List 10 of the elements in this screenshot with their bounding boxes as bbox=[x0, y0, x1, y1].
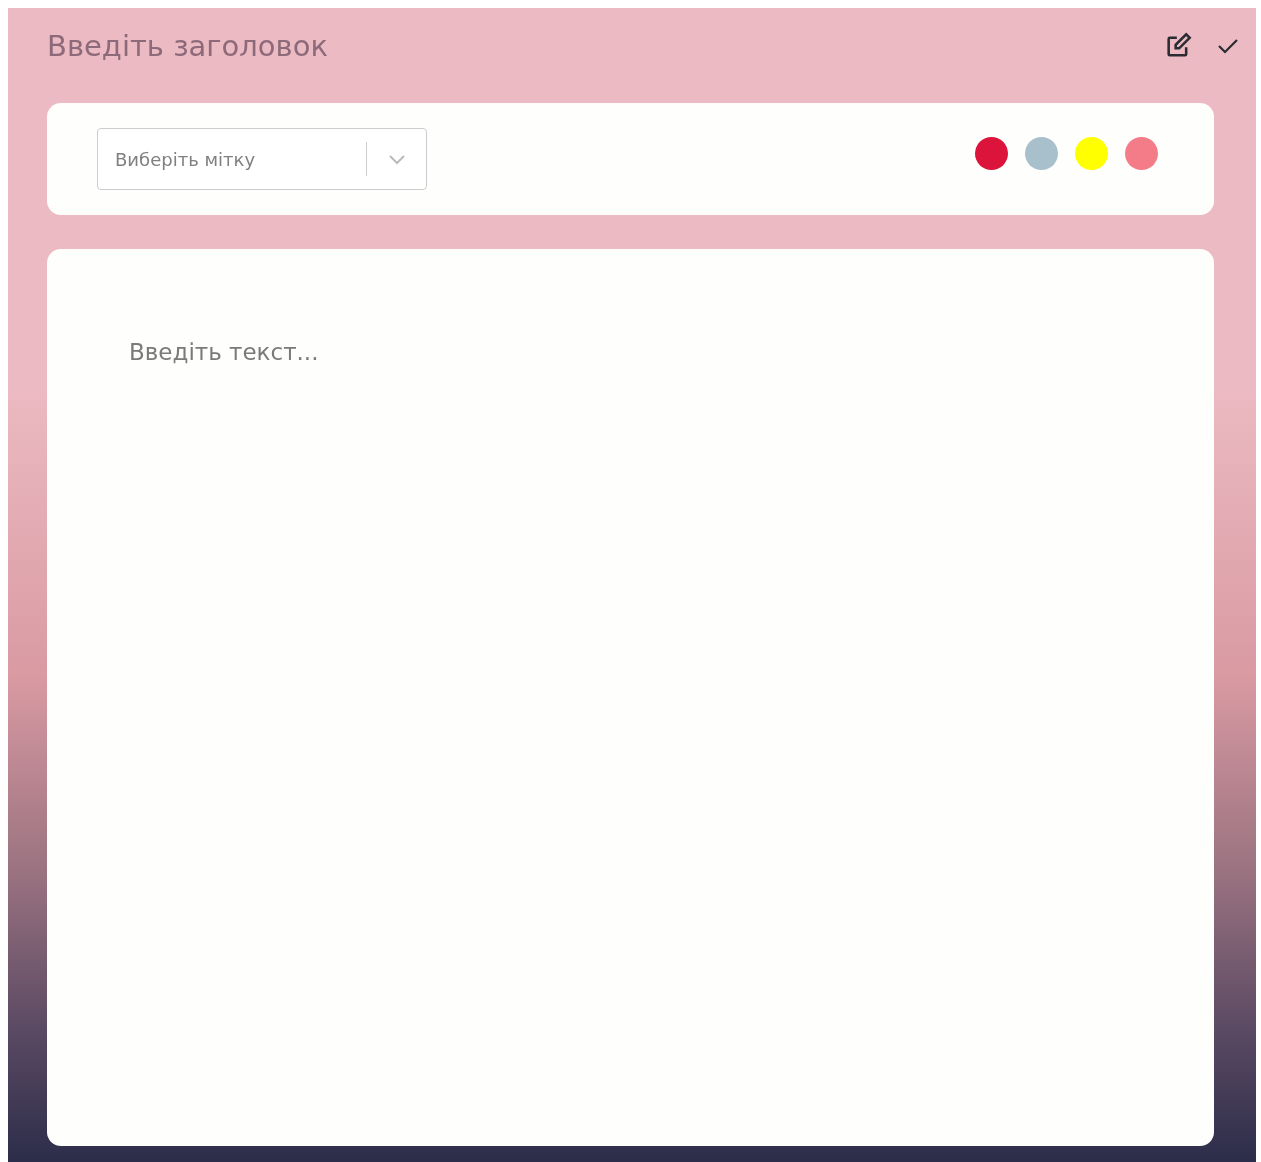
color-swatch[interactable] bbox=[1025, 136, 1058, 170]
title-field[interactable]: Введіть заголовок bbox=[47, 29, 1164, 63]
color-swatch[interactable] bbox=[975, 136, 1008, 170]
label-select[interactable]: Виберіть мітку bbox=[97, 128, 427, 190]
color-swatch[interactable] bbox=[1125, 136, 1158, 170]
check-icon[interactable] bbox=[1216, 36, 1240, 56]
color-swatch[interactable] bbox=[1075, 136, 1108, 170]
edit-icon[interactable] bbox=[1164, 32, 1192, 60]
text-field[interactable]: Введіть текст... bbox=[47, 249, 1214, 1146]
caret-icon bbox=[388, 153, 406, 165]
